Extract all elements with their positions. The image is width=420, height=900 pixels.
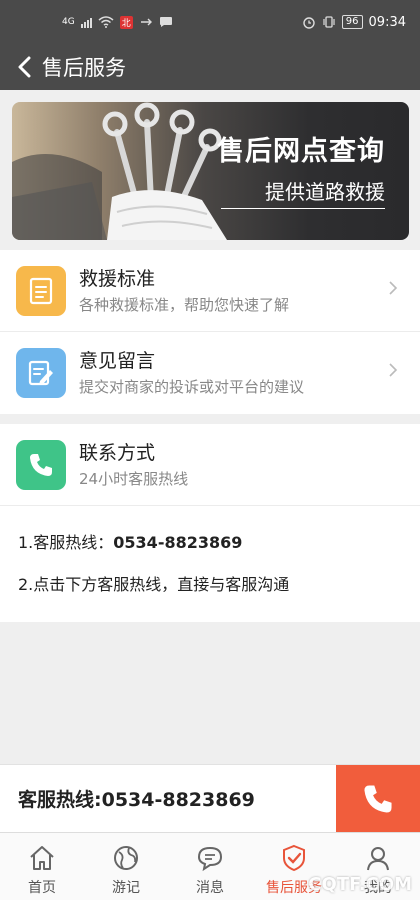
shield-check-icon <box>283 844 305 872</box>
menu-title: 救援标准 <box>79 267 156 290</box>
contact-section: 联系方式 24小时客服热线 1.客服热线：0534-8823869 2.点击下方… <box>0 424 420 622</box>
tab-home[interactable]: 首页 <box>0 833 84 900</box>
user-icon <box>367 847 389 871</box>
hotline-label: 1.客服热线： <box>18 533 114 552</box>
call-button[interactable] <box>336 765 420 833</box>
tab-label: 消息 <box>196 880 224 896</box>
status-left: 4G 北 <box>62 15 173 29</box>
watermark: CQTF.COM <box>308 874 412 895</box>
tab-messages[interactable]: 消息 <box>168 833 252 900</box>
page-title: 售后服务 <box>42 56 126 80</box>
home-icon <box>30 846 54 870</box>
chevron-right-icon <box>389 281 398 295</box>
service-locator-banner[interactable]: 售后网点查询 提供道路救援 <box>12 102 409 240</box>
tab-travel-notes[interactable]: 游记 <box>84 833 168 900</box>
phone-icon <box>16 439 66 490</box>
hotline-line: 1.客服热线：0534-8823869 <box>18 532 420 554</box>
menu-description: 提交对商家的投诉或对平台的建议 <box>79 378 305 396</box>
menu-text: 救援标准 各种救援标准，帮助您快速了解 <box>79 266 289 316</box>
contact-header: 联系方式 24小时客服热线 <box>0 424 420 506</box>
menu-text: 意见留言 提交对商家的投诉或对平台的建议 <box>79 348 304 398</box>
document-icon <box>16 265 66 316</box>
globe-icon <box>114 846 138 870</box>
chevron-left-icon <box>18 56 31 78</box>
banner-title: 售后网点查询 <box>217 136 385 167</box>
vibrate-icon <box>323 16 335 28</box>
wrench-glove-illustration <box>12 102 227 240</box>
tab-label: 游记 <box>112 880 140 896</box>
app-badge: 北 <box>119 15 133 29</box>
wifi-icon <box>98 16 114 28</box>
message-icon <box>159 17 172 27</box>
chat-icon <box>197 846 223 872</box>
battery-indicator: 96 <box>341 15 363 29</box>
tab-label: 首页 <box>28 880 56 896</box>
status-right: 96 09:34 <box>302 15 406 30</box>
contact-title: 联系方式 <box>79 441 156 464</box>
call-instruction: 2.点击下方客服热线，直接与客服沟通 <box>18 575 290 594</box>
usb-icon <box>140 18 152 26</box>
hotline-text: 客服热线:0534-8823869 <box>18 789 255 811</box>
clock: 09:34 <box>368 14 406 30</box>
menu-item-rescue-standards[interactable]: 救援标准 各种救援标准，帮助您快速了解 <box>0 250 420 332</box>
back-button[interactable] <box>6 44 42 90</box>
contact-text: 联系方式 24小时客服热线 <box>79 440 188 490</box>
menu-title: 意见留言 <box>79 350 156 372</box>
menu-item-feedback[interactable]: 意见留言 提交对商家的投诉或对平台的建议 <box>0 332 420 414</box>
hotline-bar: 客服热线:0534-8823869 <box>0 764 420 833</box>
network-type: 4G <box>62 17 75 27</box>
banner-section: 售后网点查询 提供道路救援 <box>0 90 420 250</box>
header-bar: 售后服务 <box>0 44 420 90</box>
phone-icon <box>364 785 392 813</box>
alarm-icon <box>303 17 315 29</box>
contact-description: 24小时客服热线 <box>79 469 189 488</box>
status-bar: 4G 北 96 09:34 <box>0 0 420 44</box>
banner-underline <box>221 208 385 209</box>
signal-icon <box>80 16 92 28</box>
banner-subtitle: 提供道路救援 <box>265 180 385 204</box>
contact-details: 1.客服热线：0534-8823869 2.点击下方客服热线，直接与客服沟通 <box>0 506 420 596</box>
service-menu: 救援标准 各种救援标准，帮助您快速了解 意见留言 提交对商家的投诉或对平台的建议 <box>0 250 420 414</box>
edit-note-icon <box>16 348 66 398</box>
chevron-right-icon <box>389 363 398 377</box>
hotline-number: 0534-8823869 <box>113 533 243 552</box>
menu-description: 各种救援标准，帮助您快速了解 <box>79 295 290 314</box>
